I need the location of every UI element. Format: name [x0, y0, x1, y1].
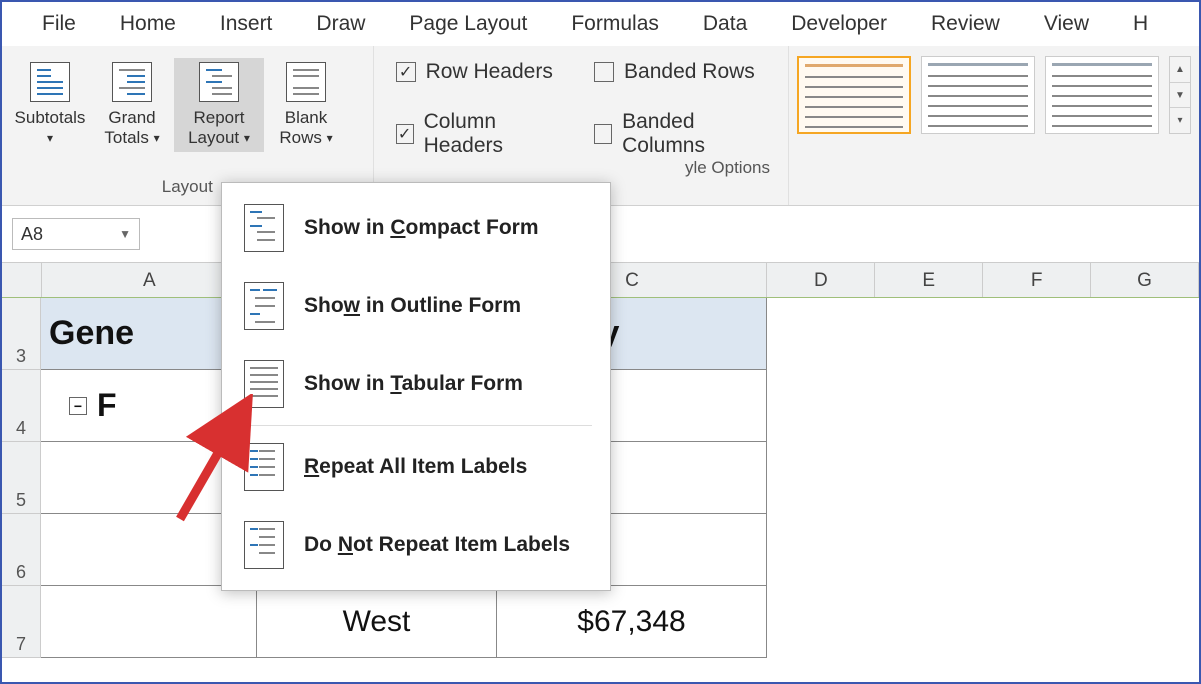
menu-no-repeat-labels[interactable]: Do Not Repeat Item Labels — [222, 506, 610, 584]
subtotals-button[interactable]: Subtotals▾ — [10, 58, 90, 152]
cell-g5[interactable] — [1091, 442, 1199, 514]
cell-f6[interactable] — [983, 514, 1091, 586]
tab-insert[interactable]: Insert — [198, 12, 295, 36]
gallery-scroll[interactable]: ▲ ▼ ▾ — [1169, 56, 1191, 134]
tab-page-layout[interactable]: Page Layout — [387, 12, 549, 36]
subtotals-icon — [30, 62, 70, 102]
menu-repeat-labels[interactable]: Repeat All Item Labels — [222, 428, 610, 506]
report-layout-button[interactable]: Report Layout ▾ — [174, 58, 264, 152]
tab-view[interactable]: View — [1022, 12, 1111, 36]
cell-b7[interactable]: West — [257, 586, 497, 658]
scroll-up-icon[interactable]: ▲ — [1170, 57, 1190, 83]
tab-file[interactable]: File — [20, 12, 98, 36]
no-repeat-labels-icon — [244, 521, 284, 569]
row-header-6[interactable]: 6 — [2, 514, 41, 586]
cell-d4[interactable] — [767, 370, 875, 442]
checkbox-icon — [594, 124, 612, 144]
style-gallery[interactable]: ▲ ▼ ▾ — [789, 46, 1199, 134]
col-header-e[interactable]: E — [875, 263, 983, 297]
compact-form-icon — [244, 204, 284, 252]
cell-g6[interactable] — [1091, 514, 1199, 586]
tab-data[interactable]: Data — [681, 12, 769, 36]
tab-more[interactable]: H — [1111, 12, 1170, 36]
style-swatch-3[interactable] — [1045, 56, 1159, 134]
grand-totals-button[interactable]: Grand Totals ▾ — [92, 58, 172, 152]
blank-rows-button[interactable]: Blank Rows ▾ — [266, 58, 346, 152]
collapse-icon[interactable]: − — [69, 397, 87, 415]
cell-f5[interactable] — [983, 442, 1091, 514]
checkbox-icon — [594, 62, 614, 82]
col-header-f[interactable]: F — [983, 263, 1091, 297]
tab-draw[interactable]: Draw — [294, 12, 387, 36]
tab-review[interactable]: Review — [909, 12, 1022, 36]
cell-a7[interactable] — [41, 586, 257, 658]
scroll-down-icon[interactable]: ▼ — [1170, 83, 1190, 109]
cell-g4[interactable] — [1091, 370, 1199, 442]
chevron-down-icon[interactable]: ▼ — [119, 227, 131, 241]
tab-formulas[interactable]: Formulas — [549, 12, 681, 36]
ribbon-tabs: File Home Insert Draw Page Layout Formul… — [2, 2, 1199, 46]
cell-f4[interactable] — [983, 370, 1091, 442]
cell-g3[interactable] — [1091, 298, 1199, 370]
cell-d3[interactable] — [767, 298, 875, 370]
menu-separator — [240, 425, 592, 426]
row-header-7[interactable]: 7 — [2, 586, 41, 658]
select-all-corner[interactable] — [2, 263, 42, 297]
row-header-5[interactable]: 5 — [2, 442, 41, 514]
name-box[interactable]: A8▼ — [12, 218, 140, 250]
cell-e7[interactable] — [875, 586, 983, 658]
col-header-d[interactable]: D — [767, 263, 875, 297]
cell-g7[interactable] — [1091, 586, 1199, 658]
banded-columns-checkbox[interactable]: Banded Columns — [594, 110, 766, 158]
style-swatch-1[interactable] — [797, 56, 911, 134]
checkmark-icon: ✓ — [396, 62, 416, 82]
cell-e4[interactable] — [875, 370, 983, 442]
style-swatch-2[interactable] — [921, 56, 1035, 134]
column-headers-checkbox[interactable]: ✓Column Headers — [396, 110, 564, 158]
blank-rows-icon — [286, 62, 326, 102]
menu-compact-form[interactable]: Show in Compact Form — [222, 189, 610, 267]
report-layout-icon — [199, 62, 239, 102]
grand-totals-icon — [112, 62, 152, 102]
gallery-expand-icon[interactable]: ▾ — [1170, 108, 1190, 133]
tab-home[interactable]: Home — [98, 12, 198, 36]
banded-rows-checkbox[interactable]: Banded Rows — [594, 60, 766, 84]
tabular-form-icon — [244, 360, 284, 408]
menu-outline-form[interactable]: Show in Outline Form — [222, 267, 610, 345]
cell-d5[interactable] — [767, 442, 875, 514]
cell-e3[interactable] — [875, 298, 983, 370]
col-header-g[interactable]: G — [1091, 263, 1199, 297]
cell-e6[interactable] — [875, 514, 983, 586]
cell-c7[interactable]: $67,348 — [497, 586, 767, 658]
menu-tabular-form[interactable]: Show in Tabular Form — [222, 345, 610, 423]
cell-f7[interactable] — [983, 586, 1091, 658]
outline-form-icon — [244, 282, 284, 330]
repeat-labels-icon — [244, 443, 284, 491]
row-header-3[interactable]: 3 — [2, 298, 41, 370]
checkmark-icon: ✓ — [396, 124, 414, 144]
cell-d7[interactable] — [767, 586, 875, 658]
row-headers-checkbox[interactable]: ✓Row Headers — [396, 60, 564, 84]
tab-developer[interactable]: Developer — [769, 12, 909, 36]
cell-f3[interactable] — [983, 298, 1091, 370]
report-layout-menu: Show in Compact Form Show in Outline For… — [221, 182, 611, 591]
cell-d6[interactable] — [767, 514, 875, 586]
cell-e5[interactable] — [875, 442, 983, 514]
row-header-4[interactable]: 4 — [2, 370, 41, 442]
